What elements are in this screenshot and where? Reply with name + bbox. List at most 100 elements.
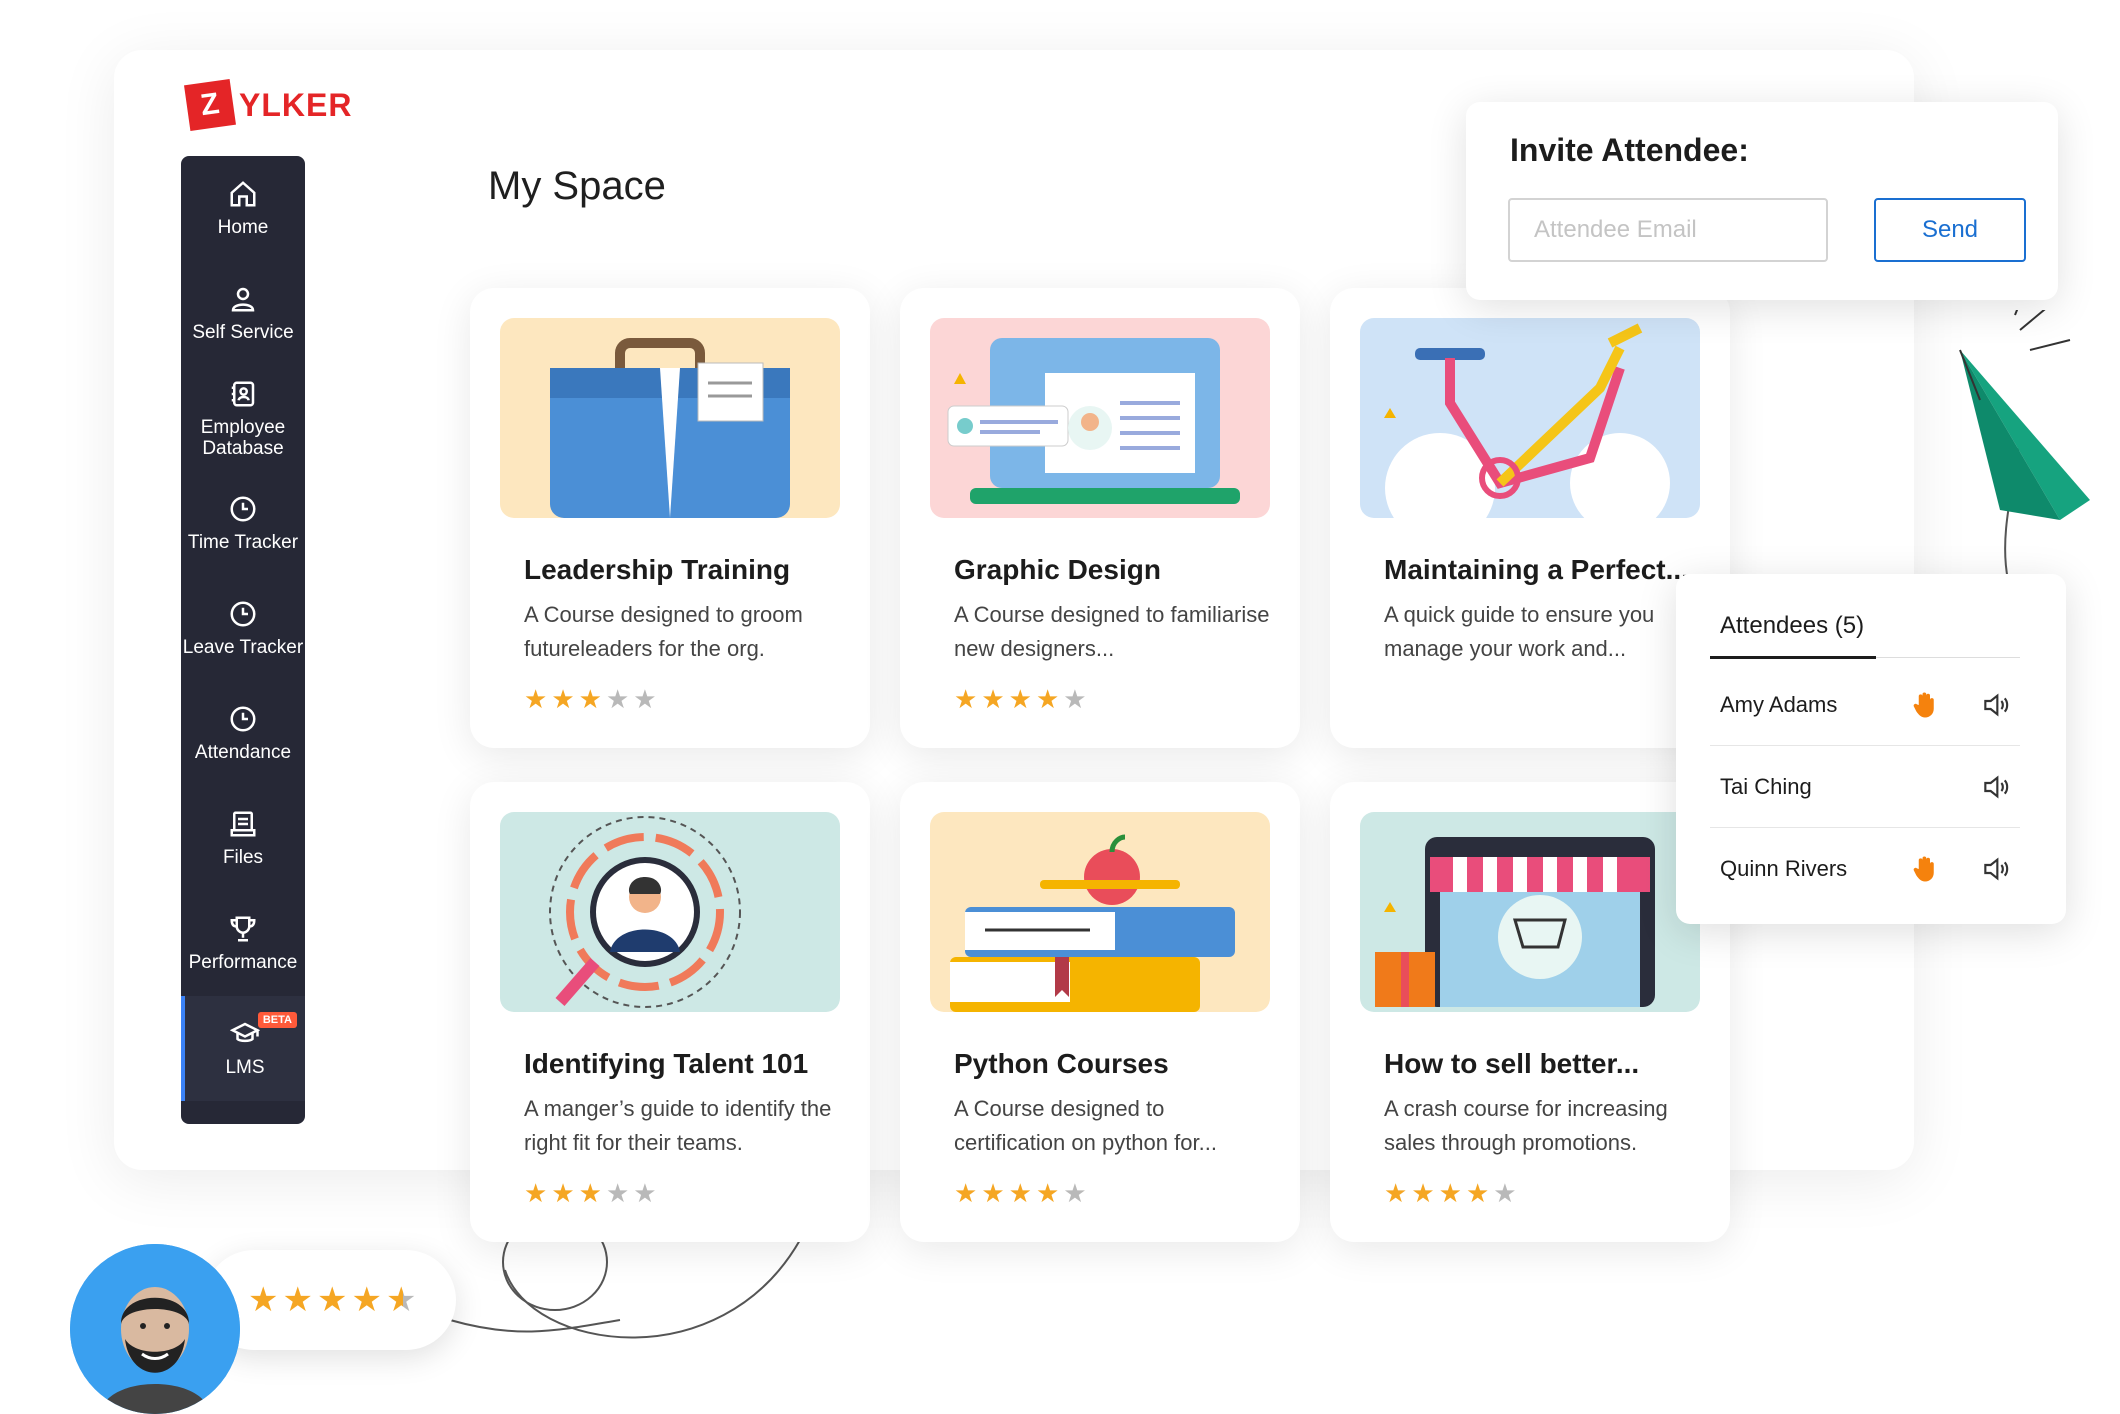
course-image-talent-search xyxy=(500,812,840,1012)
trophy-icon xyxy=(230,916,256,942)
course-image-exercise-bike xyxy=(1360,318,1700,518)
star-icon: ★ xyxy=(605,684,634,714)
sidebar-item-label: Employee Database xyxy=(200,416,286,459)
course-title: How to sell better... xyxy=(1384,1048,1640,1079)
sidebar-item-label: Leave Tracker xyxy=(182,637,304,658)
star-icon: ★ xyxy=(1008,1178,1036,1208)
course-title: Maintaining a Perfect... xyxy=(1384,554,1689,585)
attendee-name: Amy Adams xyxy=(1720,691,1838,717)
tab-attendees[interactable]: Attendees (5) xyxy=(1720,612,1864,640)
sidebar-item-attendance[interactable]: Attendance xyxy=(181,681,305,786)
star-rating: ★★★★★ xyxy=(1360,1178,1700,1209)
course-desc: A quick guide to ensure you manage your … xyxy=(1384,602,1655,661)
page-title: My Space xyxy=(488,164,666,208)
course-card[interactable]: Python Courses A Course designed to cert… xyxy=(900,782,1300,1242)
invite-attendee-panel: Invite Attendee: Send xyxy=(1466,102,2058,300)
attendee-email-input[interactable] xyxy=(1508,198,1828,262)
logo-text: YLKER xyxy=(239,86,353,123)
home-icon xyxy=(230,181,256,207)
star-icon: ★ xyxy=(524,684,552,714)
raised-hand-icon xyxy=(1913,856,1934,882)
sidebar-item-performance[interactable]: Performance xyxy=(181,891,305,996)
zylker-logo[interactable]: Z YLKER xyxy=(184,79,353,131)
raised-hand-icon xyxy=(1913,692,1934,717)
speaker-icon[interactable] xyxy=(1980,689,2012,721)
sidebar-item-time-tracker[interactable]: Time Tracker xyxy=(181,471,305,576)
sidebar-item-label: Performance xyxy=(188,952,298,973)
clock-icon xyxy=(230,496,256,522)
star-rating: ★★★★★ xyxy=(500,1178,840,1209)
course-desc: A Course designed to groom futureleaders… xyxy=(524,602,803,661)
star-icon: ★ xyxy=(1008,684,1036,714)
course-image-online-store xyxy=(1360,812,1700,1012)
reviewer-avatar xyxy=(70,1244,240,1414)
logo-mark: Z xyxy=(184,79,236,131)
course-desc: A Course designed to certification on py… xyxy=(954,1096,1217,1155)
send-button[interactable]: Send xyxy=(1874,198,2026,262)
star-icon: ★ xyxy=(524,1178,552,1208)
star-icon: ★ xyxy=(578,1178,606,1208)
sidebar-item-home[interactable]: Home xyxy=(181,156,305,261)
attendee-row: Tai Ching xyxy=(1710,746,2020,828)
star-rating: ★★★★★ xyxy=(930,1178,1270,1209)
contact-book-icon xyxy=(231,381,255,406)
speaker-icon[interactable] xyxy=(1980,771,2012,803)
star-rating: ★★★★★ xyxy=(930,684,1270,715)
course-card[interactable]: Graphic Design A Course designed to fami… xyxy=(900,288,1300,748)
sidebar-item-employee-database[interactable]: Employee Database xyxy=(181,366,305,471)
star-icon: ★ xyxy=(578,684,606,714)
course-image-books xyxy=(930,812,1270,1012)
invite-title: Invite Attendee: xyxy=(1510,132,1749,168)
sidebar-item-label: Home xyxy=(217,217,269,238)
sidebar-item-self-service[interactable]: Self Service xyxy=(181,261,305,366)
sidebar: Home Self Service Employee Database Time… xyxy=(181,156,305,1124)
course-title: Python Courses xyxy=(954,1048,1169,1079)
files-icon xyxy=(230,811,256,837)
course-title: Graphic Design xyxy=(954,554,1161,585)
course-image-laptop xyxy=(930,318,1270,518)
sidebar-item-lms[interactable]: BETA LMS xyxy=(181,996,305,1101)
stage: Z YLKER Home Self Service Employee Datab… xyxy=(0,0,2120,1414)
star-icon: ★ xyxy=(1438,1178,1466,1208)
star-icon: ★ xyxy=(633,1178,661,1208)
attendee-name: Quinn Rivers xyxy=(1720,856,1848,881)
sidebar-item-label: Time Tracker xyxy=(187,532,299,553)
star-icon: ★ xyxy=(351,1281,386,1319)
star-icon: ★ xyxy=(1411,1178,1439,1208)
course-title: Leadership Training xyxy=(524,554,791,585)
star-icon: ★ xyxy=(605,1178,634,1208)
course-card[interactable]: Maintaining a Perfect... A quick guide t… xyxy=(1330,288,1730,748)
attendees-panel: Attendees (5) Amy Adams Tai Ching Quinn … xyxy=(1676,574,2066,924)
sidebar-item-label: Attendance xyxy=(194,742,292,763)
speaker-icon[interactable] xyxy=(1980,853,2012,885)
star-icon: ★ xyxy=(1035,684,1064,714)
course-card[interactable]: Leadership Training A Course designed to… xyxy=(470,288,870,748)
star-icon: ★ xyxy=(1465,1178,1494,1208)
course-image-briefcase xyxy=(500,318,840,518)
course-title: Identifying Talent 101 xyxy=(524,1048,809,1079)
star-icon: ★ xyxy=(551,1178,579,1208)
clock-icon xyxy=(230,706,256,732)
star-rating: ★★★★★ xyxy=(500,684,840,715)
star-icon: ★ xyxy=(551,684,579,714)
clock-icon xyxy=(230,601,256,627)
course-card[interactable]: How to sell better... A crash course for… xyxy=(1330,782,1730,1242)
star-icon: ★ xyxy=(633,684,661,714)
course-card[interactable]: Identifying Talent 101 A manger’s guide … xyxy=(470,782,870,1242)
sidebar-item-label: LMS xyxy=(225,1057,265,1078)
star-icon: ★ xyxy=(1035,1178,1064,1208)
graduation-cap-icon xyxy=(230,1022,260,1043)
course-desc: A Course designed to familiarise new des… xyxy=(954,602,1270,661)
sidebar-item-files[interactable]: Files xyxy=(181,786,305,891)
sidebar-item-label: Self Service xyxy=(192,322,294,343)
review-rating-bubble: ★ ★ ★ ★ ★ xyxy=(204,1250,456,1350)
paper-plane-icon xyxy=(1959,310,2090,520)
course-desc: A crash course for increasing sales thro… xyxy=(1384,1096,1668,1155)
sidebar-item-leave-tracker[interactable]: Leave Tracker xyxy=(181,576,305,681)
star-icon: ★ xyxy=(1384,1178,1412,1208)
star-icon: ★ xyxy=(954,1178,982,1208)
star-icon: ★ xyxy=(954,684,982,714)
user-icon xyxy=(231,287,255,312)
star-icon: ★ xyxy=(316,1281,352,1319)
star-icon: ★ xyxy=(1063,1178,1091,1208)
